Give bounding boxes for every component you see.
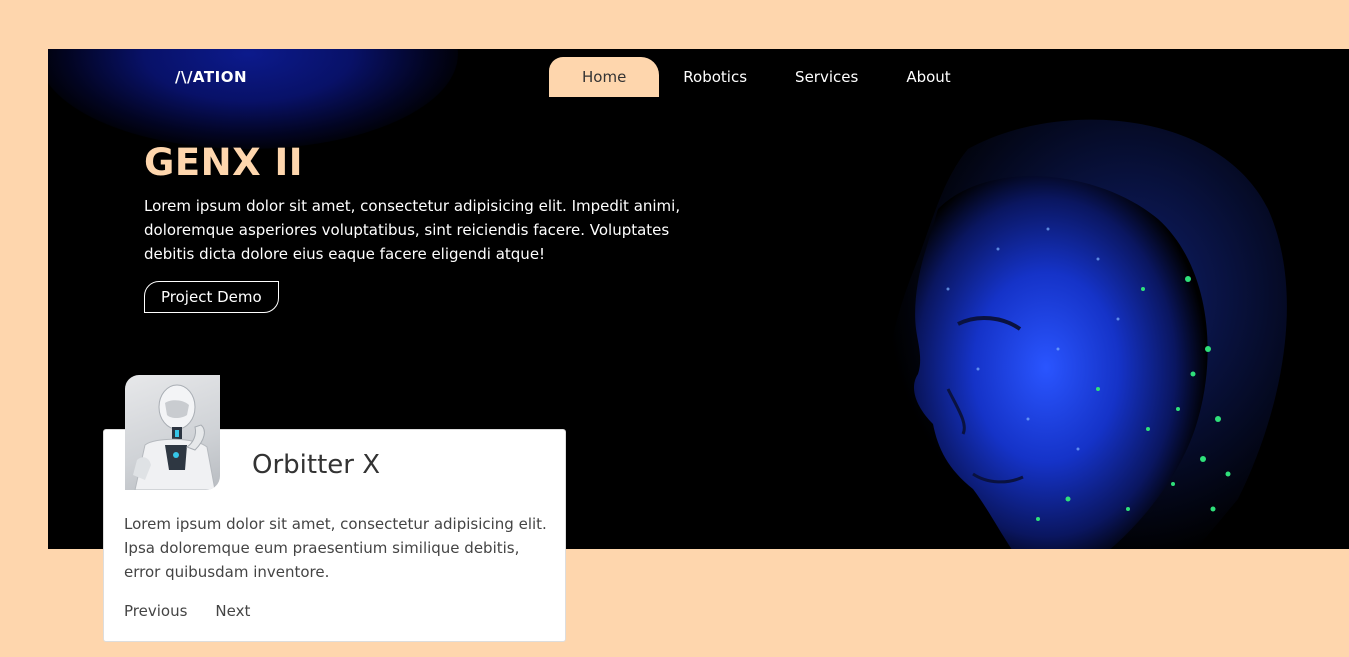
project-demo-button[interactable]: Project Demo xyxy=(144,281,279,313)
nav-item-home[interactable]: Home xyxy=(549,57,660,97)
next-link[interactable]: Next xyxy=(215,602,250,620)
nav-item-robotics[interactable]: Robotics xyxy=(659,57,771,97)
robot-image xyxy=(125,375,220,490)
previous-link[interactable]: Previous xyxy=(124,602,187,620)
robot-icon xyxy=(133,384,216,490)
card-title: Orbitter X xyxy=(252,450,381,480)
hero-glow xyxy=(48,49,458,149)
hero-title: GENX II xyxy=(144,141,304,184)
digital-face-image xyxy=(887,119,1287,549)
card-description: Lorem ipsum dolor sit amet, consectetur … xyxy=(124,515,547,581)
brand-logo[interactable]: /\/ATION xyxy=(175,68,247,86)
hero-description: Lorem ipsum dolor sit amet, consectetur … xyxy=(144,197,681,263)
card-pagination: Previous Next xyxy=(124,602,250,620)
